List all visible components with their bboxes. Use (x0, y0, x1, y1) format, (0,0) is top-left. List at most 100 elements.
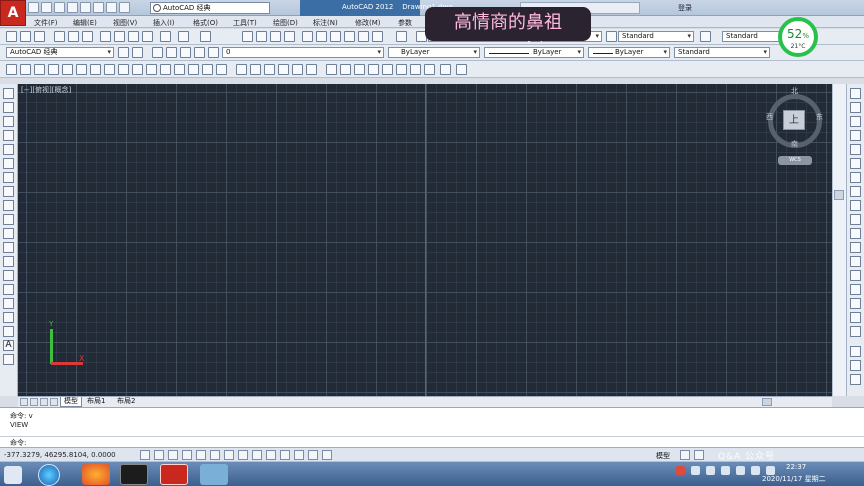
layer-freeze-icon[interactable] (194, 47, 205, 58)
mirror-icon[interactable] (850, 116, 861, 127)
redo-icon[interactable] (106, 2, 117, 13)
construction-line-icon[interactable] (3, 102, 14, 113)
dynamic-ucs-icon[interactable] (252, 450, 262, 460)
dim-break-icon[interactable] (396, 64, 407, 75)
move-icon[interactable] (850, 158, 861, 169)
table-style-dropdown[interactable]: Standard (618, 31, 694, 42)
break-icon[interactable] (850, 256, 861, 267)
dim-continue-icon[interactable] (368, 64, 379, 75)
lineweight-toggle-icon[interactable] (280, 450, 290, 460)
dim-space-icon[interactable] (382, 64, 393, 75)
flag-icon[interactable] (736, 466, 745, 475)
snap-center-icon[interactable] (90, 64, 101, 75)
send-to-back-icon[interactable] (850, 374, 861, 385)
infer-constraints-icon[interactable] (140, 450, 150, 460)
compass-south[interactable]: 南 (791, 139, 798, 149)
design-center-icon[interactable] (316, 31, 327, 42)
zoom-realtime-icon[interactable] (256, 31, 267, 42)
explode-icon[interactable] (850, 326, 861, 337)
quick-properties-icon[interactable] (308, 450, 318, 460)
volume-icon[interactable] (721, 466, 730, 475)
linetype-dropdown[interactable]: ByLayer (484, 47, 584, 58)
bring-to-front-icon[interactable] (850, 360, 861, 371)
menu-format[interactable]: 格式(O) (193, 18, 218, 28)
workspace-settings-gear-icon[interactable] (118, 47, 129, 58)
cut-icon[interactable] (100, 31, 111, 42)
snap-insert-icon[interactable] (160, 64, 171, 75)
transparency-icon[interactable] (294, 450, 304, 460)
model-space-toggle[interactable]: 模型 (656, 451, 670, 461)
paste-icon[interactable] (128, 31, 139, 42)
scale-icon[interactable] (850, 186, 861, 197)
plot-style-dropdown[interactable]: Standard (674, 47, 770, 58)
menu-draw[interactable]: 绘图(D) (273, 18, 298, 28)
stretch-icon[interactable] (850, 200, 861, 211)
clock-date[interactable]: 2020/11/17 星期二 (762, 474, 826, 484)
gradient-icon[interactable] (3, 298, 14, 309)
save-icon[interactable] (34, 31, 45, 42)
menu-insert[interactable]: 插入(I) (153, 18, 175, 28)
tool-palettes-icon[interactable] (330, 31, 341, 42)
snap-none-icon[interactable] (202, 64, 213, 75)
snap-node-icon[interactable] (174, 64, 185, 75)
dim-radius-icon[interactable] (292, 64, 303, 75)
tab-last-icon[interactable] (50, 398, 58, 406)
tab-first-icon[interactable] (20, 398, 28, 406)
add-selected-icon[interactable] (3, 354, 14, 365)
save-as-icon[interactable] (67, 2, 78, 13)
rectangle-icon[interactable] (3, 144, 14, 155)
inspection-icon[interactable] (440, 64, 451, 75)
copy-object-icon[interactable] (850, 102, 861, 113)
tab-model[interactable]: 模型 (60, 397, 82, 407)
tab-layout1[interactable]: 布局1 (84, 397, 108, 407)
menu-file[interactable]: 文件(F) (34, 18, 58, 28)
rotate-icon[interactable] (850, 172, 861, 183)
workspace-switch-dropdown[interactable]: AutoCAD 经典 (150, 2, 270, 14)
layer-state-icon[interactable] (166, 47, 177, 58)
make-block-icon[interactable] (3, 256, 14, 267)
erase-icon[interactable] (850, 88, 861, 99)
antivirus-icon[interactable] (676, 466, 685, 475)
menu-view[interactable]: 视图(V) (113, 18, 137, 28)
markup-icon[interactable] (358, 31, 369, 42)
open-icon[interactable] (20, 31, 31, 42)
join-icon[interactable] (850, 270, 861, 281)
cursor-coordinates[interactable]: -377.3279, 46295.8104, 0.0000 (4, 451, 116, 459)
draw-order-icon[interactable] (850, 346, 861, 357)
undo-icon[interactable] (93, 2, 104, 13)
spline-icon[interactable] (3, 200, 14, 211)
ellipse-icon[interactable] (3, 214, 14, 225)
layer-dropdown[interactable]: 0 (222, 47, 384, 58)
menu-dimension[interactable]: 标注(N) (313, 18, 338, 28)
multiline-text-icon[interactable]: A (3, 340, 14, 351)
snap-endpoint-icon[interactable] (20, 64, 31, 75)
open-file-icon[interactable] (41, 2, 52, 13)
menu-parametric[interactable]: 参数 (398, 18, 412, 28)
print-icon[interactable] (80, 2, 91, 13)
snap-settings-icon[interactable] (216, 64, 227, 75)
dim-angular-icon[interactable] (326, 64, 337, 75)
snap-nearest-icon[interactable] (188, 64, 199, 75)
viewport-controls[interactable]: [−][俯视][概念] (21, 85, 71, 95)
snap-intersection-icon[interactable] (48, 64, 59, 75)
dim-arc-icon[interactable] (264, 64, 275, 75)
polyline-icon[interactable] (3, 116, 14, 127)
screen-recorder-icon[interactable] (120, 464, 148, 485)
dim-quick-icon[interactable] (340, 64, 351, 75)
3d-object-snap-icon[interactable] (224, 450, 234, 460)
battery-icon[interactable] (751, 466, 760, 475)
snap-apparent-icon[interactable] (62, 64, 73, 75)
block-editor-icon[interactable] (160, 31, 171, 42)
quick-view-drawings-icon[interactable] (694, 450, 704, 460)
extend-icon[interactable] (850, 228, 861, 239)
dim-baseline-icon[interactable] (354, 64, 365, 75)
layer-visibility-icon[interactable] (180, 47, 191, 58)
command-input[interactable]: 命令: (0, 436, 864, 447)
network-icon[interactable] (706, 466, 715, 475)
viewcube-top-face[interactable]: 上 (783, 110, 805, 130)
snap-midpoint-icon[interactable] (34, 64, 45, 75)
ellipse-arc-icon[interactable] (3, 228, 14, 239)
properties-icon[interactable] (302, 31, 313, 42)
owl-app-icon[interactable] (200, 464, 228, 485)
break-at-point-icon[interactable] (850, 242, 861, 253)
